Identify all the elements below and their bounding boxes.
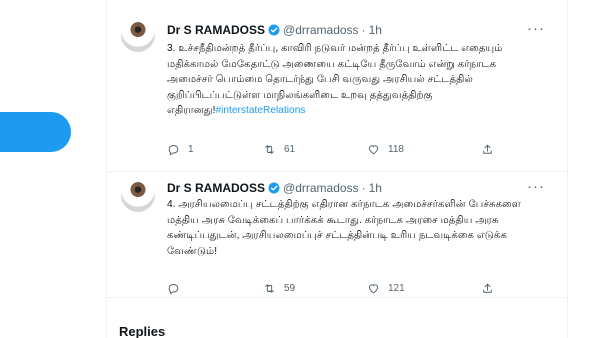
retweet-icon (265, 145, 274, 154)
author-name[interactable]: Dr S RAMADOSS (167, 23, 265, 37)
retweet-count: 59 (284, 283, 296, 294)
compose-tweet-button[interactable] (0, 112, 71, 152)
tweet-actions: 59 121 (167, 282, 507, 298)
retweet-button[interactable]: 61 (263, 143, 295, 156)
more-options-icon[interactable]: ··· (527, 178, 545, 195)
author-name[interactable]: Dr S RAMADOSS (167, 181, 265, 195)
retweet-button[interactable]: 59 (263, 282, 295, 295)
tweet-timestamp[interactable]: 1h (369, 181, 382, 195)
like-button[interactable]: 118 (367, 143, 404, 156)
share-button[interactable] (481, 282, 494, 295)
author-handle[interactable]: @drramadoss (283, 23, 359, 37)
tweet-thread: Dr S RAMADOSS @drramadoss · 1h ··· 3. உச… (106, 0, 568, 338)
separator-dot: · (361, 23, 366, 37)
right-sidebar (569, 0, 600, 338)
like-count: 118 (388, 144, 404, 155)
separator-dot: · (361, 181, 366, 195)
share-icon (483, 144, 492, 154)
tweet-header: Dr S RAMADOSS @drramadoss · 1h (167, 22, 382, 38)
tweet[interactable]: Dr S RAMADOSS @drramadoss · 1h ··· 3. உச… (107, 10, 567, 172)
verified-badge-icon (268, 24, 280, 36)
like-count: 121 (388, 283, 405, 294)
tweet-timestamp[interactable]: 1h (369, 23, 382, 37)
tweet-text: 3. உச்சநீதிமன்றத் தீர்ப்பு, காவிரி நடுவர… (167, 41, 537, 119)
like-button[interactable]: 121 (367, 282, 405, 295)
avatar[interactable] (121, 18, 155, 52)
tweet[interactable]: Dr S RAMADOSS @drramadoss · 1h ··· 4. அர… (107, 172, 567, 298)
reply-count: 1 (188, 144, 194, 155)
tweet-body: 4. அரசியலமைப்பு சட்டத்திற்கு எதிரான கர்ந… (167, 199, 521, 257)
hashtag-link[interactable]: #interstateRelations (215, 105, 305, 116)
author-handle[interactable]: @drramadoss (283, 181, 359, 195)
share-button[interactable] (481, 143, 494, 156)
replies-heading: Replies (119, 324, 166, 338)
avatar[interactable] (121, 178, 155, 212)
tweet-text: 4. அரசியலமைப்பு சட்டத்திற்கு எதிரான கர்ந… (167, 197, 537, 259)
tweet-header: Dr S RAMADOSS @drramadoss · 1h (167, 180, 382, 196)
heart-icon (368, 145, 379, 155)
more-options-icon[interactable]: ··· (527, 20, 545, 37)
reply-button[interactable] (167, 282, 188, 295)
heart-icon (368, 284, 379, 294)
retweet-count: 61 (284, 144, 296, 155)
verified-badge-icon (268, 182, 280, 194)
reply-icon (168, 284, 179, 295)
retweet-icon (265, 284, 274, 293)
share-icon (483, 283, 492, 293)
reply-button[interactable]: 1 (167, 143, 194, 156)
reply-icon (168, 145, 179, 156)
tweet-actions: 1 61 118 (167, 143, 507, 159)
